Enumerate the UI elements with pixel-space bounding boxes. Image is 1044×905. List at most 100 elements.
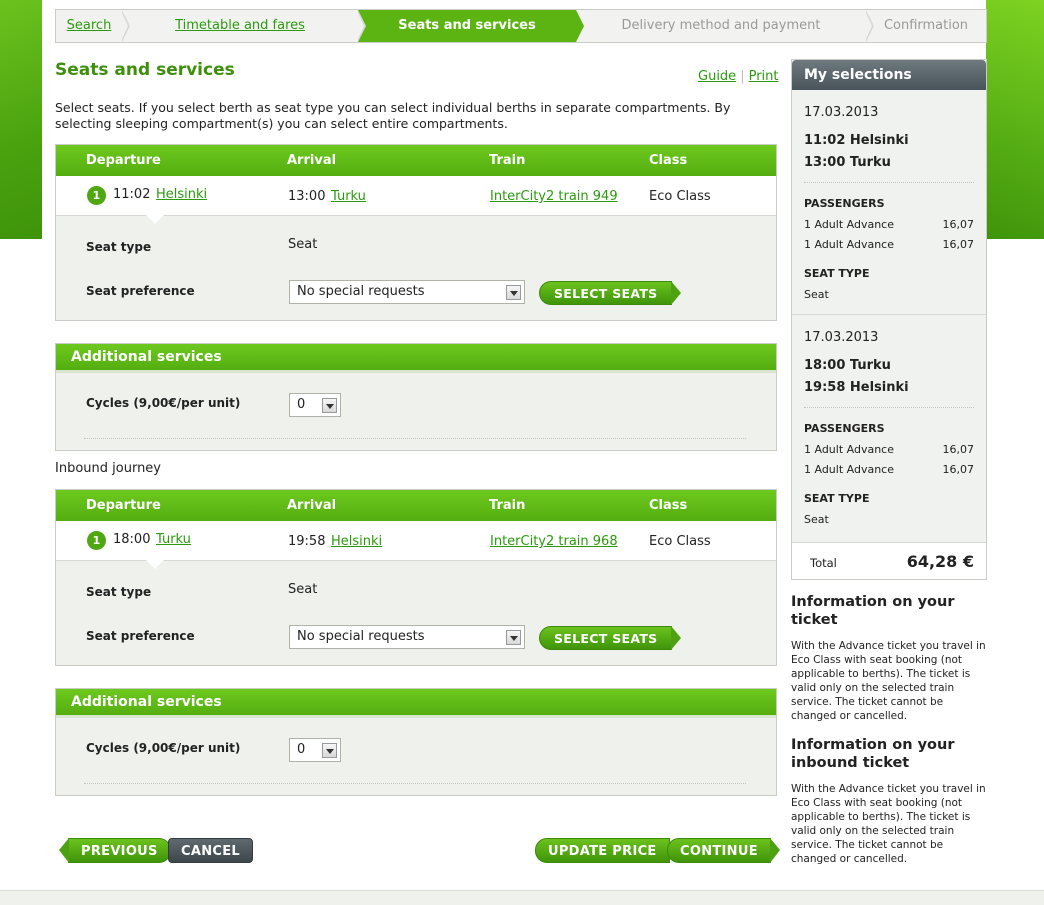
select-seats-button[interactable]: SELECT SEATS [539, 626, 683, 650]
ticket-info-text: With the Advance ticket you travel in Ec… [791, 640, 986, 722]
seat-type-label: SEAT TYPE [804, 267, 870, 280]
passenger-name: 1 Adult Advance [804, 463, 894, 476]
step-timetable[interactable]: Timetable and fares [122, 10, 366, 42]
passenger-name: 1 Adult Advance [804, 443, 894, 456]
additional-services-title: Additional services [56, 689, 776, 718]
cycles-select[interactable]: 0 [289, 393, 341, 417]
seat-type-label: Seat type [86, 240, 152, 254]
additional-services-inbound: Additional services Cycles (9,00€/per un… [55, 688, 777, 796]
chevron-down-icon[interactable] [506, 285, 521, 300]
arrival-time: 19:58 [288, 534, 326, 549]
header-departure: Departure [86, 498, 161, 513]
intro-text: Select seats. If you select berth as sea… [55, 100, 731, 131]
my-selections-title: My selections [792, 60, 986, 90]
departure-station-link[interactable]: Helsinki [156, 187, 207, 202]
departure-time: 11:02 [113, 187, 151, 202]
header-arrival: Arrival [287, 498, 337, 513]
divider [84, 438, 746, 439]
additional-services-title: Additional services [56, 344, 776, 373]
selection-trip-outbound: 17.03.2013 11:02 Helsinki 13:00 Turku PA… [792, 90, 986, 315]
step-delivery: Delivery method and payment [576, 10, 874, 42]
arrival-station-link[interactable]: Turku [331, 189, 366, 204]
train-link[interactable]: InterCity2 train 968 [490, 534, 618, 549]
journey-header: Departure Arrival Train Class [56, 490, 776, 521]
cycles-select[interactable]: 0 [289, 738, 341, 762]
seat-type-label: SEAT TYPE [804, 492, 870, 505]
passenger-price: 16,07 [942, 218, 975, 231]
header-arrival: Arrival [287, 153, 337, 168]
cancel-button[interactable]: CANCEL [168, 838, 253, 863]
journey-options: Seat type Seat Seat preference No specia… [56, 561, 776, 665]
header-departure: Departure [86, 153, 161, 168]
step-seats-label: Seats and services [398, 18, 536, 33]
step-search-link[interactable]: Search [67, 18, 112, 33]
departure-station-link[interactable]: Turku [156, 532, 191, 547]
trip-departure: 11:02 Helsinki [804, 133, 909, 148]
seat-preference-label: Seat preference [86, 284, 195, 298]
seat-type-value: Seat [288, 582, 318, 597]
header-class: Class [649, 153, 688, 168]
arrival-time: 13:00 [288, 189, 326, 204]
arrival-station-link[interactable]: Helsinki [331, 534, 382, 549]
seat-type-value: Seat [804, 513, 829, 526]
inbound-journey: Departure Arrival Train Class 1 18:00 Tu… [55, 489, 777, 666]
step-confirmation-label: Confirmation [883, 18, 969, 33]
step-confirmation: Confirmation [866, 10, 986, 42]
divider [804, 407, 974, 408]
print-link[interactable]: Print [749, 69, 779, 84]
seat-type-label: Seat type [86, 585, 152, 599]
header-train: Train [489, 498, 526, 513]
chevron-down-icon[interactable] [506, 630, 521, 645]
step-delivery-label: Delivery method and payment [621, 18, 821, 33]
total-row: Total 64,28 € [792, 542, 986, 579]
previous-button[interactable]: PREVIOUS [59, 838, 171, 863]
outbound-journey: Departure Arrival Train Class 1 11:02 He… [55, 144, 777, 321]
divider [804, 182, 974, 183]
class-value: Eco Class [649, 189, 711, 204]
header-class: Class [649, 498, 688, 513]
trip-departure: 18:00 Turku [804, 358, 891, 373]
header-train: Train [489, 153, 526, 168]
inbound-ticket-info-title: Information on your inbound ticket [791, 737, 955, 771]
journey-options: Seat type Seat Seat preference No specia… [56, 216, 776, 320]
page-content: Search Timetable and fares Seats and ser… [42, 0, 987, 890]
my-selections-panel: My selections 17.03.2013 11:02 Helsinki … [791, 59, 987, 580]
passenger-price: 16,07 [942, 443, 975, 456]
page-title: Seats and services [55, 60, 235, 80]
continue-button[interactable]: CONTINUE [667, 838, 780, 863]
cycles-value: 0 [297, 397, 306, 412]
train-link[interactable]: InterCity2 train 949 [490, 189, 618, 204]
seat-type-value: Seat [288, 237, 318, 252]
step-timetable-link[interactable]: Timetable and fares [175, 18, 305, 33]
inbound-journey-title: Inbound journey [55, 461, 161, 476]
seat-preference-select[interactable]: No special requests [289, 280, 525, 304]
background-left-green [0, 0, 42, 239]
chevron-down-icon[interactable] [322, 398, 337, 413]
total-value: 64,28 € [906, 552, 974, 571]
passenger-name: 1 Adult Advance [804, 218, 894, 231]
guide-link[interactable]: Guide [698, 69, 736, 84]
trip-arrival: 19:58 Helsinki [804, 380, 909, 395]
cycles-label: Cycles (9,00€/per unit) [86, 396, 241, 410]
seat-preference-value: No special requests [297, 284, 425, 299]
footer-band [0, 890, 1044, 905]
selection-trip-inbound: 17.03.2013 18:00 Turku 19:58 Helsinki PA… [792, 315, 986, 540]
seat-preference-label: Seat preference [86, 629, 195, 643]
passengers-label: PASSENGERS [804, 197, 885, 210]
class-value: Eco Class [649, 534, 711, 549]
background-right-green [986, 0, 1044, 239]
chevron-down-icon[interactable] [322, 743, 337, 758]
seat-type-value: Seat [804, 288, 829, 301]
seat-preference-value: No special requests [297, 629, 425, 644]
select-seats-button[interactable]: SELECT SEATS [539, 281, 683, 305]
trip-date: 17.03.2013 [804, 330, 879, 345]
passengers-label: PASSENGERS [804, 422, 885, 435]
seat-preference-select[interactable]: No special requests [289, 625, 525, 649]
step-search[interactable]: Search [56, 10, 130, 42]
cycles-value: 0 [297, 742, 306, 757]
passenger-name: 1 Adult Advance [804, 238, 894, 251]
trip-arrival: 13:00 Turku [804, 155, 891, 170]
ticket-info-title: Information on your ticket [791, 594, 955, 628]
divider [84, 783, 746, 784]
update-price-button[interactable]: UPDATE PRICE [535, 838, 670, 863]
